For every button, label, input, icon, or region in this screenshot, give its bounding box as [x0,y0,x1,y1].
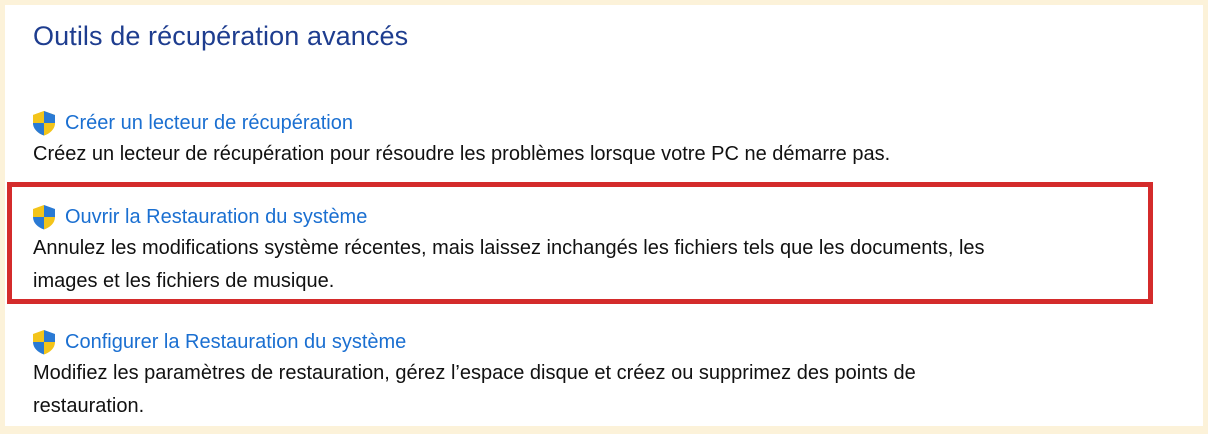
configure-system-restore-link[interactable]: Configurer la Restauration du système [65,331,406,354]
description-line: restauration. [33,395,145,417]
highlight-box [7,182,1153,304]
item-description: Créez un lecteur de récupération pour ré… [33,143,891,165]
item-description: Modifiez les paramètres de restauration,… [30,357,1170,423]
uac-shield-icon [33,330,55,355]
uac-shield-icon [33,111,55,136]
description-line: Modifiez les paramètres de restauration,… [33,362,916,384]
list-item-configure-system-restore: Configurer la Restauration du système Mo… [30,327,1170,423]
create-recovery-drive-link[interactable]: Créer un lecteur de récupération [65,112,353,135]
list-item-create-recovery-drive: Créer un lecteur de récupération Créez u… [30,108,1170,171]
section-title: Outils de récupération avancés [33,21,409,51]
link-row: Créer un lecteur de récupération [30,108,1170,138]
link-row: Configurer la Restauration du système [30,327,1170,357]
